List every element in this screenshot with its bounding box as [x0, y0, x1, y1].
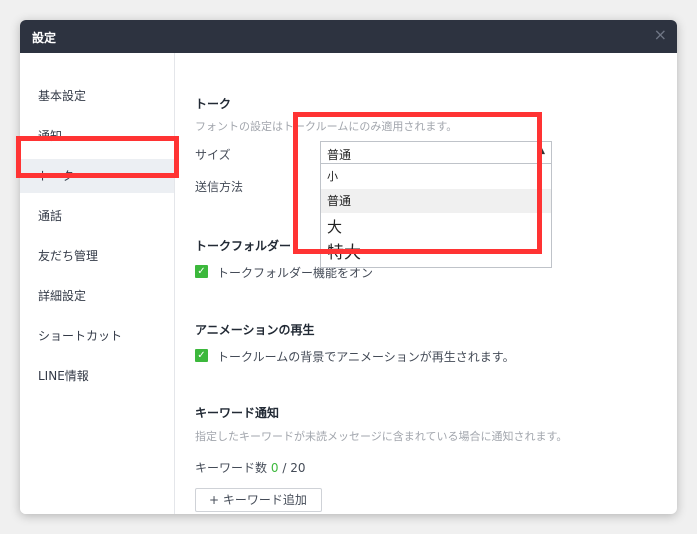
sidebar-item-advanced[interactable]: 詳細設定: [20, 279, 174, 313]
keyword-heading: キーワード通知: [195, 406, 280, 420]
talk-heading: トーク: [195, 97, 232, 111]
font-size-select[interactable]: 普通 ▲: [320, 141, 552, 164]
window-title: 設定: [32, 31, 57, 45]
option-large[interactable]: 大: [321, 214, 551, 240]
sidebar-item-basic[interactable]: 基本設定: [20, 79, 174, 113]
animation-checkbox-label: トークルームの背景でアニメーションが再生されます。: [217, 350, 515, 364]
send-method-label: 送信方法: [195, 180, 244, 194]
animation-heading: アニメーションの再生: [195, 323, 315, 337]
animation-checkbox[interactable]: ✓: [195, 349, 208, 362]
font-size-select-value: 普通: [327, 148, 352, 162]
keyword-count-separator: /: [282, 461, 287, 475]
title-bar: 設定 ×: [20, 20, 677, 53]
keyword-description: 指定したキーワードが未読メッセージに含まれている場合に通知されます。: [195, 430, 568, 443]
size-label: サイズ: [195, 148, 231, 162]
sidebar-item-calls[interactable]: 通話: [20, 199, 174, 233]
keyword-count: キーワード数 0 / 20: [195, 459, 305, 476]
folder-heading: トークフォルダー: [195, 239, 292, 253]
talk-description: フォントの設定はトークルームにのみ適用されます。: [195, 120, 458, 133]
option-small[interactable]: 小: [321, 167, 551, 187]
option-extra-large[interactable]: 特大: [321, 239, 551, 267]
add-keyword-button[interactable]: + キーワード追加: [195, 488, 322, 512]
keyword-count-value: 0: [270, 461, 279, 475]
sidebar-item-talk[interactable]: トーク: [20, 159, 174, 193]
keyword-count-max: 20: [290, 461, 306, 475]
keyword-count-label: キーワード数: [195, 461, 268, 475]
folder-checkbox[interactable]: ✓: [195, 265, 208, 278]
sidebar-item-friends[interactable]: 友だち管理: [20, 239, 174, 273]
settings-content: トーク フォントの設定はトークルームにのみ適用されます。 サイズ 送信方法 トー…: [175, 53, 677, 514]
sidebar-item-shortcuts[interactable]: ショートカット: [20, 319, 174, 353]
option-normal[interactable]: 普通: [321, 189, 551, 213]
chevron-up-icon: ▲: [538, 146, 545, 156]
sidebar: 基本設定 通知 トーク 通話 友だち管理 詳細設定 ショートカット LINE情報: [20, 53, 175, 514]
font-size-dropdown: 小 普通 大 特大: [320, 164, 552, 268]
sidebar-item-notifications[interactable]: 通知: [20, 119, 174, 153]
settings-window: 設定 × 基本設定 通知 トーク 通話 友だち管理 詳細設定 ショートカット L…: [20, 20, 677, 514]
close-icon[interactable]: ×: [654, 26, 667, 44]
sidebar-item-line-info[interactable]: LINE情報: [20, 359, 174, 393]
